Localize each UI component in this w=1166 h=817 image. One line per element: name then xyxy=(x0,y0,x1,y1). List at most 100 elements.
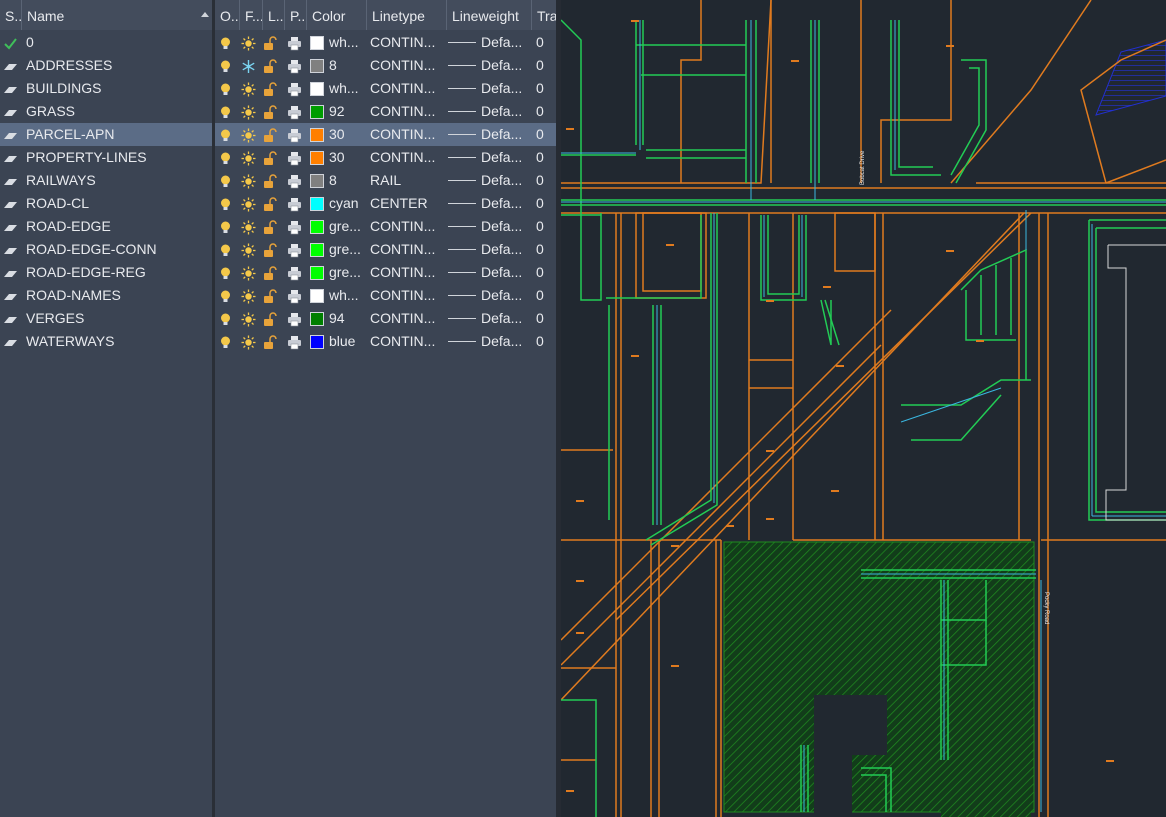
unlock-icon[interactable] xyxy=(263,58,278,73)
thaw-sun-icon[interactable] xyxy=(241,334,256,350)
properties-row[interactable]: wh... CONTIN... Defa... 0 xyxy=(215,77,556,100)
on-bulb-icon[interactable] xyxy=(218,311,233,326)
layer-icon[interactable] xyxy=(3,196,18,211)
on-bulb-icon[interactable] xyxy=(218,150,233,165)
color-swatch[interactable] xyxy=(310,243,324,257)
layer-name[interactable]: RAILWAYS xyxy=(26,169,210,192)
layer-name[interactable]: 0 xyxy=(26,31,210,54)
properties-row[interactable]: 30 CONTIN... Defa... 0 xyxy=(215,123,556,146)
color-name[interactable]: 30 xyxy=(329,123,365,146)
plot-printer-icon[interactable] xyxy=(287,288,302,304)
on-bulb-icon[interactable] xyxy=(218,58,233,73)
color-name[interactable]: wh... xyxy=(329,77,365,100)
plot-printer-icon[interactable] xyxy=(287,242,302,258)
layer-row-road-edge-reg[interactable]: ROAD-EDGE-REG xyxy=(0,261,212,284)
plot-printer-icon[interactable] xyxy=(287,58,302,74)
properties-row[interactable]: 94 CONTIN... Defa... 0 xyxy=(215,307,556,330)
thaw-sun-icon[interactable] xyxy=(241,150,256,166)
plot-printer-icon[interactable] xyxy=(287,173,302,189)
properties-row[interactable]: gre... CONTIN... Defa... 0 xyxy=(215,238,556,261)
linetype-value[interactable]: CONTIN... xyxy=(370,307,442,330)
freeze-column-header[interactable]: F... xyxy=(240,0,263,30)
plot-printer-icon[interactable] xyxy=(287,219,302,235)
current-layer-check-icon[interactable] xyxy=(3,35,18,50)
thaw-sun-icon[interactable] xyxy=(241,242,256,258)
properties-row[interactable]: cyan CENTER Defa... 0 xyxy=(215,192,556,215)
unlock-icon[interactable] xyxy=(263,127,278,142)
thaw-sun-icon[interactable] xyxy=(241,173,256,189)
on-bulb-icon[interactable] xyxy=(218,242,233,257)
layer-icon[interactable] xyxy=(3,104,18,119)
on-bulb-icon[interactable] xyxy=(218,334,233,349)
properties-row[interactable]: wh... CONTIN... Defa... 0 xyxy=(215,31,556,54)
lineweight-value[interactable]: Defa... xyxy=(481,215,529,238)
color-swatch[interactable] xyxy=(310,312,324,326)
plot-column-header[interactable]: P... xyxy=(285,0,307,30)
layer-row-verges[interactable]: VERGES xyxy=(0,307,212,330)
layer-name[interactable]: ADDRESSES xyxy=(26,54,210,77)
layer-row-road-edge[interactable]: ROAD-EDGE xyxy=(0,215,212,238)
transparency-value[interactable]: 0 xyxy=(536,192,556,215)
name-column-header[interactable]: Name xyxy=(22,0,212,30)
layer-name[interactable]: GRASS xyxy=(26,100,210,123)
thaw-sun-icon[interactable] xyxy=(241,311,256,327)
color-swatch[interactable] xyxy=(310,105,324,119)
lineweight-value[interactable]: Defa... xyxy=(481,330,529,353)
layer-name[interactable]: BUILDINGS xyxy=(26,77,210,100)
linetype-value[interactable]: CONTIN... xyxy=(370,77,442,100)
frozen-snowflake-icon[interactable] xyxy=(241,58,256,73)
plot-printer-icon[interactable] xyxy=(287,81,302,97)
layer-icon[interactable] xyxy=(3,173,18,188)
properties-row[interactable]: gre... CONTIN... Defa... 0 xyxy=(215,215,556,238)
layer-name[interactable]: WATERWAYS xyxy=(26,330,210,353)
thaw-sun-icon[interactable] xyxy=(241,35,256,51)
linetype-value[interactable]: CONTIN... xyxy=(370,238,442,261)
linetype-value[interactable]: CONTIN... xyxy=(370,284,442,307)
layer-icon[interactable] xyxy=(3,334,18,349)
color-name[interactable]: 30 xyxy=(329,146,365,169)
properties-row[interactable]: gre... CONTIN... Defa... 0 xyxy=(215,261,556,284)
plot-printer-icon[interactable] xyxy=(287,104,302,120)
transparency-value[interactable]: 0 xyxy=(536,169,556,192)
lineweight-value[interactable]: Defa... xyxy=(481,31,529,54)
color-name[interactable]: gre... xyxy=(329,215,365,238)
transparency-value[interactable]: 0 xyxy=(536,31,556,54)
color-swatch[interactable] xyxy=(310,220,324,234)
linetype-value[interactable]: CONTIN... xyxy=(370,31,442,54)
layer-row-road-cl[interactable]: ROAD-CL xyxy=(0,192,212,215)
thaw-sun-icon[interactable] xyxy=(241,219,256,235)
lineweight-value[interactable]: Defa... xyxy=(481,261,529,284)
transparency-value[interactable]: 0 xyxy=(536,215,556,238)
thaw-sun-icon[interactable] xyxy=(241,265,256,281)
thaw-sun-icon[interactable] xyxy=(241,127,256,143)
drawing-viewport[interactable]: Bobcat Drive Pocky Road xyxy=(561,0,1166,817)
transparency-value[interactable]: 0 xyxy=(536,284,556,307)
lineweight-value[interactable]: Defa... xyxy=(481,169,529,192)
lineweight-value[interactable]: Defa... xyxy=(481,100,529,123)
color-name[interactable]: 94 xyxy=(329,307,365,330)
transparency-value[interactable]: 0 xyxy=(536,330,556,353)
linetype-value[interactable]: CENTER xyxy=(370,192,442,215)
layer-name[interactable]: ROAD-EDGE-REG xyxy=(26,261,210,284)
color-column-header[interactable]: Color xyxy=(307,0,367,30)
color-swatch[interactable] xyxy=(310,128,324,142)
site-plan-drawing[interactable]: Bobcat Drive Pocky Road xyxy=(561,0,1166,817)
unlock-icon[interactable] xyxy=(263,104,278,119)
color-name[interactable]: wh... xyxy=(329,31,365,54)
layer-row-grass[interactable]: GRASS xyxy=(0,100,212,123)
lineweight-value[interactable]: Defa... xyxy=(481,192,529,215)
thaw-sun-icon[interactable] xyxy=(241,196,256,212)
layer-row-addresses[interactable]: ADDRESSES xyxy=(0,54,212,77)
layer-icon[interactable] xyxy=(3,81,18,96)
properties-row[interactable]: wh... CONTIN... Defa... 0 xyxy=(215,284,556,307)
lineweight-value[interactable]: Defa... xyxy=(481,284,529,307)
transparency-value[interactable]: 0 xyxy=(536,54,556,77)
unlock-icon[interactable] xyxy=(263,173,278,188)
lock-column-header[interactable]: L... xyxy=(263,0,285,30)
layer-name[interactable]: ROAD-NAMES xyxy=(26,284,210,307)
plot-printer-icon[interactable] xyxy=(287,150,302,166)
linetype-value[interactable]: RAIL xyxy=(370,169,442,192)
color-swatch[interactable] xyxy=(310,36,324,50)
transparency-value[interactable]: 0 xyxy=(536,77,556,100)
unlock-icon[interactable] xyxy=(263,196,278,211)
